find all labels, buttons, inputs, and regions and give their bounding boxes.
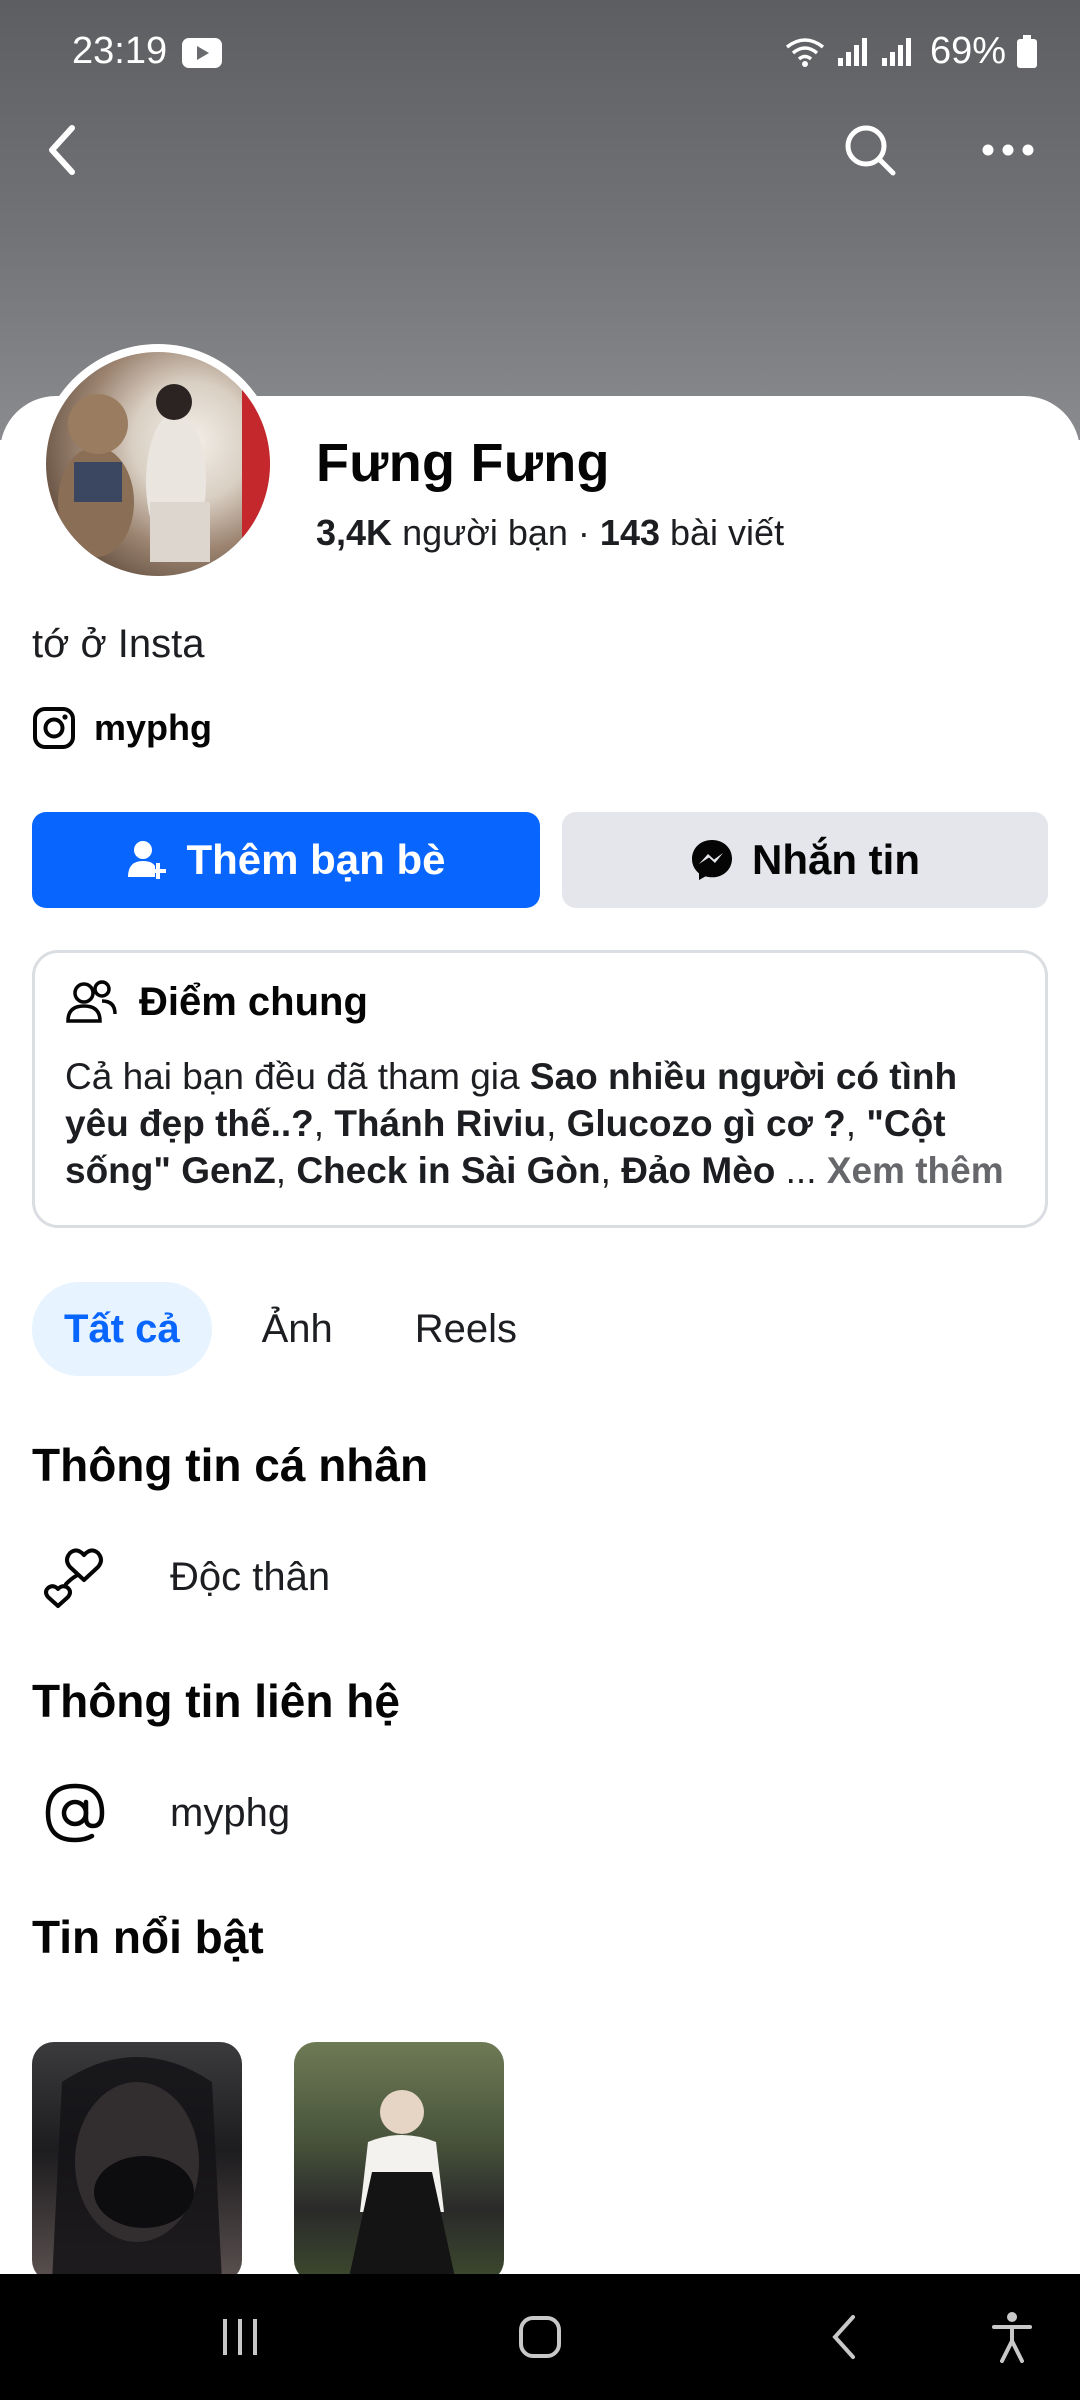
mutual-group[interactable]: Thánh Riviu	[334, 1103, 546, 1144]
message-label: Nhắn tin	[752, 836, 920, 883]
tab-reels[interactable]: Reels	[383, 1282, 549, 1376]
stats-separator: ·	[577, 512, 590, 553]
more-horizontal-icon	[982, 144, 1034, 156]
friends-label[interactable]: người bạn	[402, 512, 568, 553]
back-button[interactable]	[22, 110, 102, 190]
mutual-sep: ,	[600, 1150, 622, 1191]
highlight-thumbnail	[52, 2057, 222, 2282]
relationship-status: Độc thân	[170, 1554, 331, 1599]
instagram-icon	[33, 707, 75, 749]
contact-handle: myphg	[170, 1790, 291, 1835]
add-friend-label: Thêm bạn bè	[186, 836, 446, 883]
home-icon	[519, 2316, 561, 2358]
more-options-button[interactable]	[968, 110, 1048, 190]
hearts-icon	[32, 1534, 118, 1620]
avatar-image	[46, 352, 270, 576]
battery-icon	[1017, 34, 1037, 68]
at-sign-icon	[32, 1770, 118, 1856]
contact-row[interactable]: myphg	[32, 1770, 290, 1856]
contact-info-heading: Thông tin liên hệ	[32, 1675, 400, 1727]
mutual-text: Cả hai bạn đều đã tham gia Sao nhiều ngư…	[65, 1053, 1025, 1194]
battery-percent: 69%	[929, 30, 1006, 72]
mutual-group[interactable]: Check in Sài Gòn	[296, 1150, 600, 1191]
people-icon	[66, 980, 117, 1023]
mutual-sep: ,	[313, 1103, 335, 1144]
mutual-ellipsis: ...	[775, 1150, 827, 1191]
wifi-icon	[785, 37, 825, 67]
tab-all[interactable]: Tất cả	[32, 1282, 212, 1376]
highlights-heading: Tin nổi bật	[32, 1911, 264, 1963]
instagram-link[interactable]: myphg	[32, 706, 212, 750]
mutual-intro: Cả hai bạn đều đã tham gia	[65, 1056, 530, 1097]
posts-count: 143	[599, 512, 660, 553]
profile-avatar[interactable]	[38, 344, 278, 584]
mutual-title: Điểm chung	[139, 979, 368, 1024]
top-navigation	[0, 110, 1080, 190]
mutual-title-row: Điểm chung	[65, 979, 368, 1025]
message-button[interactable]: Nhắn tin	[562, 812, 1048, 908]
add-friend-button[interactable]: Thêm bạn bè	[32, 812, 540, 908]
relationship-row: Độc thân	[32, 1534, 330, 1620]
story-highlight[interactable]	[32, 2042, 242, 2282]
youtube-notification-icon	[182, 38, 222, 68]
chevron-left-icon	[49, 125, 75, 175]
mutual-card[interactable]: Điểm chung Cả hai bạn đều đã tham gia Sa…	[32, 950, 1048, 1228]
recent-apps-button[interactable]	[200, 2302, 280, 2372]
profile-stats: 3,4K người bạn · 143 bài viết	[316, 512, 784, 554]
recents-icon	[223, 2319, 257, 2355]
person-add-icon	[128, 841, 167, 879]
status-indicators: 69%	[784, 30, 1038, 73]
home-button[interactable]	[500, 2302, 580, 2372]
status-time: 23:19	[72, 30, 168, 72]
profile-bio: tớ ở Insta	[32, 622, 205, 666]
accessibility-icon	[992, 2312, 1032, 2363]
tab-photos[interactable]: Ảnh	[230, 1282, 365, 1376]
mutual-group[interactable]: Đảo Mèo	[621, 1150, 775, 1191]
friends-count[interactable]: 3,4K	[316, 512, 392, 553]
back-arrow-icon	[832, 2315, 855, 2359]
search-icon	[845, 125, 896, 176]
story-highlight[interactable]	[294, 2042, 504, 2282]
profile-name: Fưng Fưng	[316, 433, 610, 493]
mutual-sep: ,	[275, 1150, 297, 1191]
profile-tabs: Tất cả Ảnh Reels	[32, 1282, 549, 1376]
messenger-icon	[692, 840, 732, 880]
highlight-thumbnail	[348, 2090, 456, 2282]
status-bar: 23:19 69%	[0, 0, 1080, 100]
signal-icon	[837, 37, 867, 66]
instagram-handle: myphg	[94, 707, 213, 748]
mutual-sep: ,	[845, 1103, 867, 1144]
mutual-group[interactable]: Glucozo gì cơ ?	[567, 1103, 846, 1144]
system-back-button[interactable]	[804, 2302, 884, 2372]
personal-info-heading: Thông tin cá nhân	[32, 1439, 429, 1491]
system-navigation-bar	[0, 2274, 1080, 2400]
posts-label: bài viết	[670, 512, 785, 553]
accessibility-button[interactable]	[972, 2302, 1052, 2372]
search-button[interactable]	[830, 110, 910, 190]
see-more-link[interactable]: Xem thêm	[827, 1150, 1004, 1191]
avatar-illustration	[58, 352, 270, 576]
signal-icon-2	[881, 37, 911, 66]
mutual-sep: ,	[546, 1103, 567, 1144]
